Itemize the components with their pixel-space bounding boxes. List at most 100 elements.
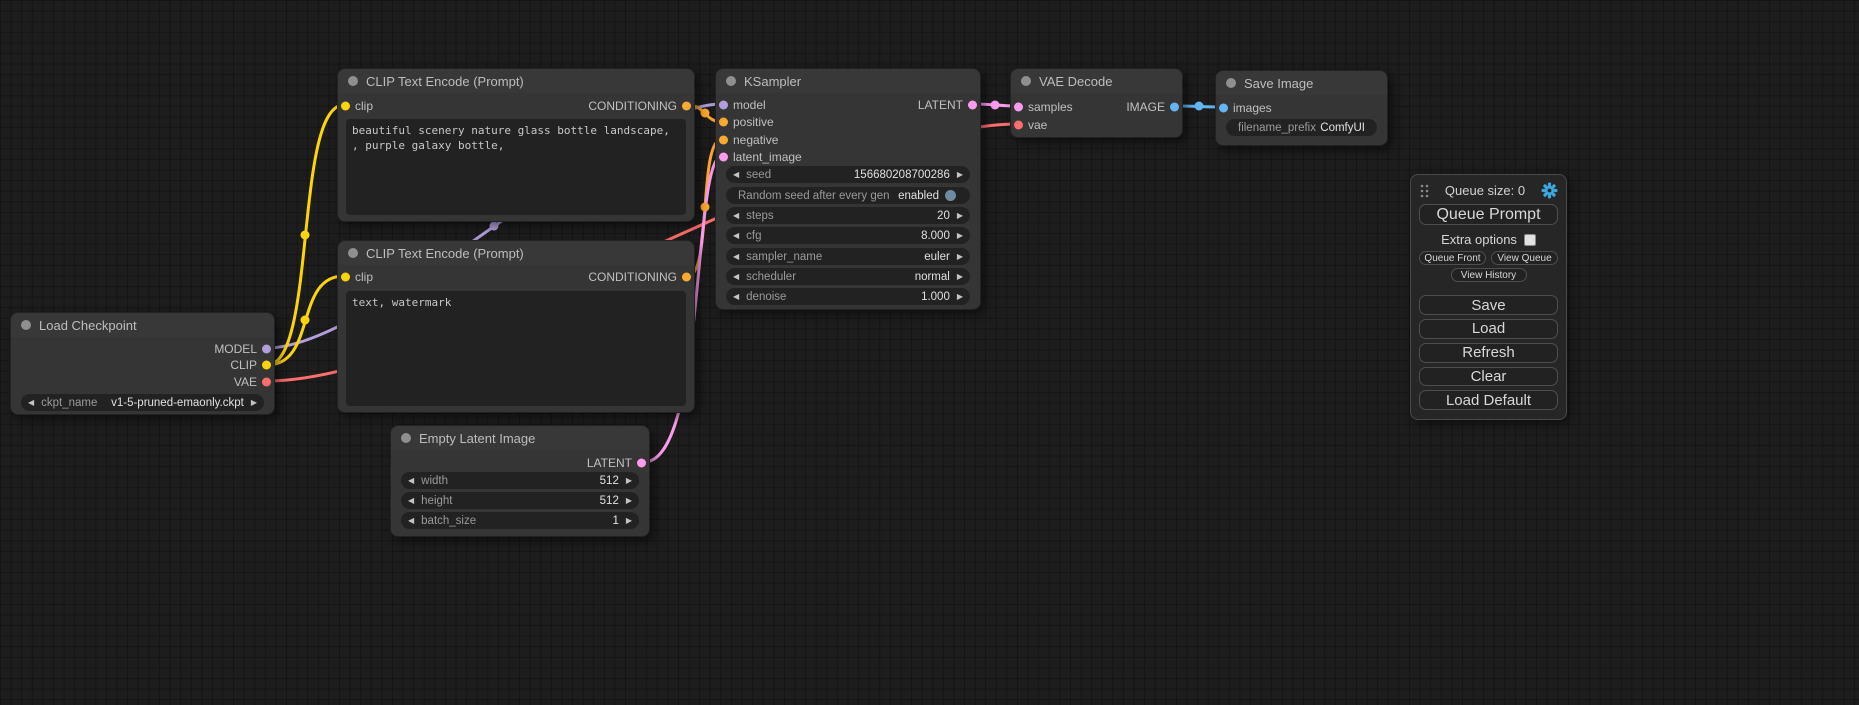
- widget-steps[interactable]: steps 20: [726, 207, 970, 224]
- input-slot-positive[interactable]: [719, 118, 728, 127]
- decrement-arrow-icon[interactable]: [726, 273, 746, 281]
- toggle-dot-icon[interactable]: [945, 190, 956, 201]
- increment-arrow-icon[interactable]: [619, 497, 639, 505]
- save-button[interactable]: Save: [1419, 295, 1558, 315]
- drag-handle-icon[interactable]: [1419, 183, 1429, 199]
- output-label-conditioning: CONDITIONING: [588, 99, 677, 113]
- queue-prompt-button[interactable]: Queue Prompt: [1419, 204, 1558, 225]
- decrement-arrow-icon[interactable]: [726, 171, 746, 179]
- load-default-button[interactable]: Load Default: [1419, 390, 1558, 410]
- increment-arrow-icon[interactable]: [950, 232, 970, 240]
- decrement-arrow-icon[interactable]: [726, 232, 746, 240]
- clear-button[interactable]: Clear: [1419, 367, 1558, 387]
- widget-filename-prefix[interactable]: filename_prefix ComfyUI: [1226, 119, 1377, 136]
- node-titlebar[interactable]: Load Checkpoint: [11, 313, 274, 337]
- prompt-textarea[interactable]: beautiful scenery nature glass bottle la…: [346, 119, 686, 215]
- output-row-latent: LATENT: [391, 455, 649, 471]
- node-titlebar[interactable]: CLIP Text Encode (Prompt): [338, 69, 694, 93]
- input-slot-clip[interactable]: [341, 273, 350, 282]
- increment-arrow-icon[interactable]: [950, 293, 970, 301]
- wire-midpoint-dot: [1195, 102, 1204, 111]
- widget-label: batch_size: [421, 515, 476, 527]
- decrement-arrow-icon[interactable]: [401, 517, 421, 525]
- refresh-button[interactable]: Refresh: [1419, 343, 1558, 363]
- widget-value: 1.000: [921, 291, 950, 303]
- increment-arrow-icon[interactable]: [244, 399, 264, 407]
- widget-seed[interactable]: seed 156680208700286: [726, 166, 970, 183]
- output-slot-image[interactable]: [1170, 103, 1179, 112]
- widget-value: 512: [600, 495, 619, 507]
- input-slot-vae[interactable]: [1014, 121, 1023, 130]
- output-slot-latent[interactable]: [968, 101, 977, 110]
- increment-arrow-icon[interactable]: [950, 253, 970, 261]
- widget-height[interactable]: height 512: [401, 492, 639, 509]
- node-ksampler[interactable]: KSampler model LATENT positive negative …: [715, 68, 981, 310]
- input-slot-model[interactable]: [719, 101, 728, 110]
- node-titlebar[interactable]: Empty Latent Image: [391, 426, 649, 450]
- widget-random-seed[interactable]: Random seed after every gen enabled: [726, 187, 970, 204]
- input-slot-images[interactable]: [1219, 104, 1228, 113]
- node-load-checkpoint[interactable]: Load Checkpoint MODEL CLIP VAE ckpt_name…: [10, 312, 275, 415]
- input-slot-samples[interactable]: [1014, 103, 1023, 112]
- increment-arrow-icon[interactable]: [950, 171, 970, 179]
- output-slot-clip[interactable]: [262, 361, 271, 370]
- input-label-negative: negative: [733, 133, 778, 147]
- node-clip-text-encode-negative[interactable]: CLIP Text Encode (Prompt) clip CONDITION…: [337, 240, 695, 413]
- load-button[interactable]: Load: [1419, 319, 1558, 339]
- collapse-dot-icon[interactable]: [401, 433, 411, 443]
- input-label-samples: samples: [1028, 100, 1073, 114]
- widget-denoise[interactable]: denoise 1.000: [726, 288, 970, 305]
- collapse-dot-icon[interactable]: [348, 76, 358, 86]
- collapse-dot-icon[interactable]: [1226, 78, 1236, 88]
- increment-arrow-icon[interactable]: [950, 212, 970, 220]
- input-slot-clip[interactable]: [341, 102, 350, 111]
- collapse-dot-icon[interactable]: [1021, 76, 1031, 86]
- node-vae-decode[interactable]: VAE Decode samples IMAGE vae: [1010, 68, 1183, 138]
- collapse-dot-icon[interactable]: [21, 320, 31, 330]
- output-slot-latent[interactable]: [637, 459, 646, 468]
- input-slot-latent-image[interactable]: [719, 153, 728, 162]
- input-label-images: images: [1233, 101, 1272, 115]
- decrement-arrow-icon[interactable]: [401, 477, 421, 485]
- widget-batch-size[interactable]: batch_size 1: [401, 512, 639, 529]
- slot-row-samples-image: samples IMAGE: [1011, 99, 1182, 115]
- widget-value: normal: [915, 271, 950, 283]
- node-titlebar[interactable]: VAE Decode: [1011, 69, 1182, 93]
- increment-arrow-icon[interactable]: [619, 477, 639, 485]
- decrement-arrow-icon[interactable]: [401, 497, 421, 505]
- widget-width[interactable]: width 512: [401, 472, 639, 489]
- extra-options-checkbox[interactable]: [1524, 234, 1536, 246]
- increment-arrow-icon[interactable]: [950, 273, 970, 281]
- output-slot-conditioning[interactable]: [682, 102, 691, 111]
- widget-sampler-name[interactable]: sampler_name euler: [726, 248, 970, 265]
- node-titlebar[interactable]: KSampler: [716, 69, 980, 93]
- widget-ckpt-name[interactable]: ckpt_name v1-5-pruned-emaonly.ckpt: [21, 394, 264, 411]
- decrement-arrow-icon[interactable]: [726, 212, 746, 220]
- node-title: Empty Latent Image: [419, 431, 535, 446]
- view-history-button[interactable]: View History: [1451, 268, 1527, 282]
- node-empty-latent-image[interactable]: Empty Latent Image LATENT width 512 heig…: [390, 425, 650, 537]
- decrement-arrow-icon[interactable]: [21, 399, 41, 407]
- node-titlebar[interactable]: Save Image: [1216, 71, 1387, 95]
- decrement-arrow-icon[interactable]: [726, 293, 746, 301]
- widget-label: scheduler: [746, 271, 796, 283]
- input-slot-negative[interactable]: [719, 136, 728, 145]
- collapse-dot-icon[interactable]: [726, 76, 736, 86]
- widget-cfg[interactable]: cfg 8.000: [726, 227, 970, 244]
- output-slot-model[interactable]: [262, 345, 271, 354]
- node-clip-text-encode-positive[interactable]: CLIP Text Encode (Prompt) clip CONDITION…: [337, 68, 695, 222]
- increment-arrow-icon[interactable]: [619, 517, 639, 525]
- view-queue-button[interactable]: View Queue: [1491, 251, 1558, 265]
- input-label-clip: clip: [355, 270, 373, 284]
- settings-gear-icon[interactable]: [1541, 182, 1558, 199]
- collapse-dot-icon[interactable]: [348, 248, 358, 258]
- widget-scheduler[interactable]: scheduler normal: [726, 268, 970, 285]
- decrement-arrow-icon[interactable]: [726, 253, 746, 261]
- node-titlebar[interactable]: CLIP Text Encode (Prompt): [338, 241, 694, 265]
- output-slot-vae[interactable]: [262, 378, 271, 387]
- node-title: Save Image: [1244, 76, 1313, 91]
- output-slot-conditioning[interactable]: [682, 273, 691, 282]
- prompt-textarea[interactable]: text, watermark: [346, 291, 686, 406]
- queue-front-button[interactable]: Queue Front: [1419, 251, 1486, 265]
- node-save-image[interactable]: Save Image images filename_prefix ComfyU…: [1215, 70, 1388, 146]
